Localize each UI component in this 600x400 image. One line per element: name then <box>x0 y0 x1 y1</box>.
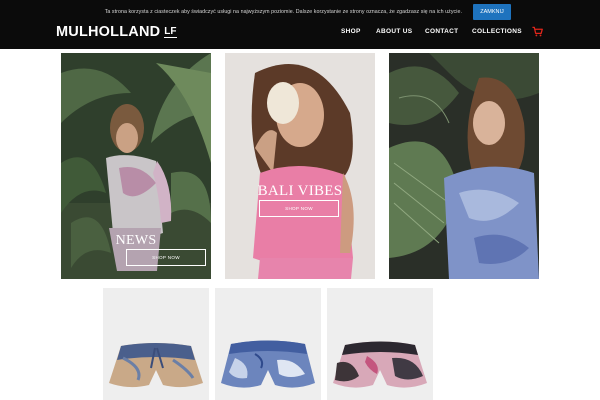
nav-item-collections[interactable]: COLLECTIONS <box>472 27 522 37</box>
nav-item-shop[interactable]: SHOP <box>341 27 361 37</box>
tile-title-bali-vibes: BALI VIBES <box>257 183 343 199</box>
product-image-shorts <box>333 341 427 388</box>
logo-wordmark: MULHOLLAND <box>56 24 161 40</box>
tile-bali-vibes-shop-now-button[interactable]: SHOP NOW <box>259 200 339 217</box>
cookie-accept-button[interactable]: ZAMKNIJ <box>473 4 511 20</box>
tile-photo-pink-top-model <box>225 53 375 279</box>
nav-item-about-us[interactable]: ABOUT US <box>376 27 412 37</box>
product-card-shorts-blue-sand[interactable] <box>103 288 209 400</box>
nav-item-contact[interactable]: CONTACT <box>425 27 458 37</box>
product-image-shorts <box>221 340 315 388</box>
tile-photo-leaf-model <box>389 53 539 279</box>
cookie-notice-text: Ta strona korzysta z ciasteczek aby świa… <box>104 9 462 15</box>
hero-tile-news[interactable]: NEWS SHOP NOW <box>61 53 211 279</box>
site-header: Ta strona korzysta z ciasteczek aby świa… <box>0 0 600 49</box>
product-image-shorts <box>109 343 203 388</box>
shopping-cart-icon[interactable] <box>532 26 543 37</box>
logo-suffix: LF <box>164 26 177 38</box>
hero-tile-bali-vibes[interactable]: BALI VIBES SHOP NOW <box>225 53 375 279</box>
tile-news-shop-now-button[interactable]: SHOP NOW <box>126 249 206 266</box>
hero-tile-tie-dye[interactable] <box>389 53 539 279</box>
product-card-shorts-pink-black[interactable] <box>327 288 433 400</box>
product-card-shorts-blue-tie-dye[interactable] <box>215 288 321 400</box>
tile-title-news: NEWS <box>115 233 157 248</box>
site-logo[interactable]: MULHOLLAND LF <box>56 24 177 40</box>
